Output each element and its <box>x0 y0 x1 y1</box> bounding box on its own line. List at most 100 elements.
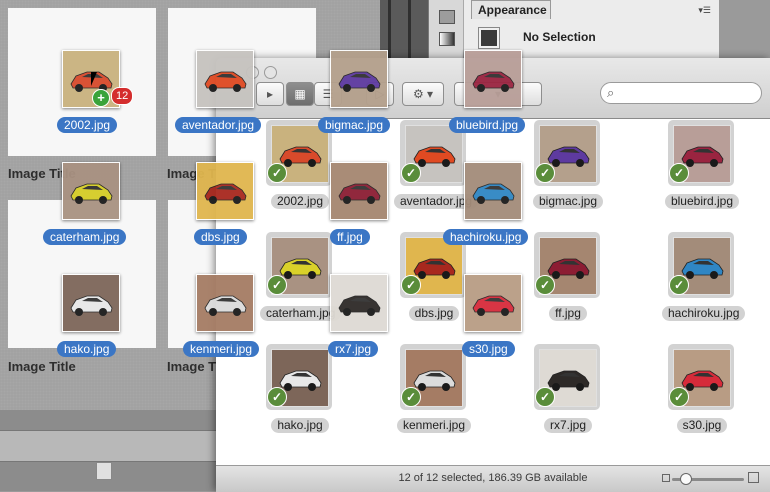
image-title: Image Ti <box>167 359 220 374</box>
check-icon: ✓ <box>669 387 689 407</box>
large-icon-size-icon <box>748 472 759 483</box>
file-name-wrap: bluebird.jpg <box>662 192 742 210</box>
check-icon: ✓ <box>267 163 287 183</box>
drag-ghost-thumbnail <box>196 50 254 108</box>
car-photo-icon <box>338 295 381 316</box>
check-icon: ✓ <box>401 163 421 183</box>
car-photo-icon <box>70 295 113 316</box>
drag-ghost-label: dbs.jpg <box>194 229 247 245</box>
file-name-wrap: caterham.jpg <box>260 304 342 322</box>
drag-ghost-thumbnail <box>62 274 120 332</box>
drag-ghost-label: 2002.jpg <box>57 117 118 133</box>
file-name: rx7.jpg <box>543 418 593 433</box>
small-icon-size-icon <box>662 474 670 482</box>
drag-ghost-thumbnail <box>62 162 120 220</box>
drag-ghost-label: caterham.jpg <box>43 229 127 245</box>
scrollbar-thumb[interactable] <box>96 462 112 480</box>
drag-ghost-thumbnail <box>464 162 522 220</box>
car-photo-icon <box>204 71 247 92</box>
check-icon: ✓ <box>267 275 287 295</box>
panel-menu-icon[interactable]: ▾☰ <box>698 5 711 16</box>
drag-ghost-label: ff.jpg <box>330 229 370 245</box>
file-name: kenmeri.jpg <box>396 418 472 433</box>
file-name-wrap: s30.jpg <box>662 416 742 434</box>
check-icon: ✓ <box>401 275 421 295</box>
mouse-pointer-icon <box>91 72 103 86</box>
car-photo-icon <box>70 183 113 204</box>
search-icon: ⌕ <box>607 85 615 100</box>
stroke-swatch[interactable] <box>478 27 500 49</box>
car-photo-icon <box>472 295 515 316</box>
copy-plus-icon: + <box>92 89 110 107</box>
file-name-wrap: ff.jpg <box>528 304 608 322</box>
zoom-button[interactable] <box>264 66 277 79</box>
selection-frame: ✓ <box>668 232 734 298</box>
car-photo-icon <box>472 183 515 204</box>
selection-frame: ✓ <box>400 344 466 410</box>
drag-ghost-thumbnail <box>464 274 522 332</box>
file-name-wrap: dbs.jpg <box>394 304 474 322</box>
gradient-tool-icon[interactable] <box>439 32 455 46</box>
file-name: 2002.jpg <box>270 194 330 209</box>
car-photo-icon <box>338 71 381 92</box>
grid-icon: ▦ <box>294 87 306 101</box>
file-name: hachiroku.jpg <box>662 306 746 321</box>
file-name: bigmac.jpg <box>532 194 604 209</box>
check-icon: ✓ <box>669 275 689 295</box>
car-photo-icon <box>204 295 247 316</box>
tab-appearance[interactable]: Appearance <box>471 0 551 19</box>
selection-frame: ✓ <box>266 344 332 410</box>
gear-icon: ⚙ <box>412 87 424 101</box>
check-icon: ✓ <box>401 387 421 407</box>
drag-ghost-label: hachiroku.jpg <box>443 229 529 245</box>
drag-ghost-thumbnail <box>330 274 388 332</box>
drag-ghost-label: bigmac.jpg <box>318 117 391 133</box>
selection-frame: ✓ <box>534 232 600 298</box>
file-name: ff.jpg <box>549 306 587 321</box>
search-field[interactable]: ⌕ <box>600 82 762 104</box>
file-name: bluebird.jpg <box>664 194 740 209</box>
selection-frame: ✓ <box>534 120 600 186</box>
check-icon: ✓ <box>535 275 555 295</box>
drag-ghost-label: s30.jpg <box>462 341 515 357</box>
drag-ghost-label: kenmeri.jpg <box>183 341 260 357</box>
drag-ghost-thumbnail <box>196 162 254 220</box>
drag-ghost-label: hako.jpg <box>57 341 117 357</box>
file-name-wrap: hako.jpg <box>260 416 340 434</box>
file-name-wrap: hachiroku.jpg <box>662 304 746 322</box>
check-icon: ✓ <box>535 163 555 183</box>
selection-frame: ✓ <box>534 344 600 410</box>
selection-frame: ✓ <box>266 232 332 298</box>
drag-ghost-thumbnail <box>196 274 254 332</box>
image-title: Image Title <box>8 359 76 374</box>
tool-icon[interactable] <box>439 10 455 24</box>
icon-size-slider-knob[interactable] <box>680 473 692 485</box>
file-name-wrap: 2002.jpg <box>260 192 340 210</box>
selection-frame: ✓ <box>668 120 734 186</box>
icon-view-button[interactable]: ▦ <box>286 82 314 106</box>
check-icon: ✓ <box>535 387 555 407</box>
drag-ghost-thumbnail <box>330 162 388 220</box>
car-photo-icon <box>204 183 247 204</box>
selection-label: No Selection <box>523 30 596 44</box>
file-name: hako.jpg <box>271 418 329 433</box>
file-name-wrap: aventador.jpg <box>394 192 479 210</box>
drag-count-badge: 12 <box>111 87 134 105</box>
selection-frame: ✓ <box>668 344 734 410</box>
drag-ghost-label: rx7.jpg <box>328 341 379 357</box>
back-button[interactable]: ▸ <box>256 82 284 106</box>
file-name: dbs.jpg <box>408 306 460 321</box>
back-icon: ▸ <box>266 87 274 101</box>
file-name-wrap: kenmeri.jpg <box>394 416 474 434</box>
status-bar: 12 of 12 selected, 186.39 GB available <box>216 465 770 492</box>
check-icon: ✓ <box>669 163 689 183</box>
drag-ghost-label: bluebird.jpg <box>449 117 526 133</box>
action-menu-button[interactable]: ⚙ ▾ <box>402 82 444 106</box>
panel-tool-column <box>429 0 464 60</box>
file-name-wrap: rx7.jpg <box>528 416 608 434</box>
car-photo-icon <box>472 71 515 92</box>
drag-ghost-label: aventador.jpg <box>175 117 262 133</box>
check-icon: ✓ <box>267 387 287 407</box>
drag-ghost-thumbnail <box>464 50 522 108</box>
car-photo-icon <box>338 183 381 204</box>
